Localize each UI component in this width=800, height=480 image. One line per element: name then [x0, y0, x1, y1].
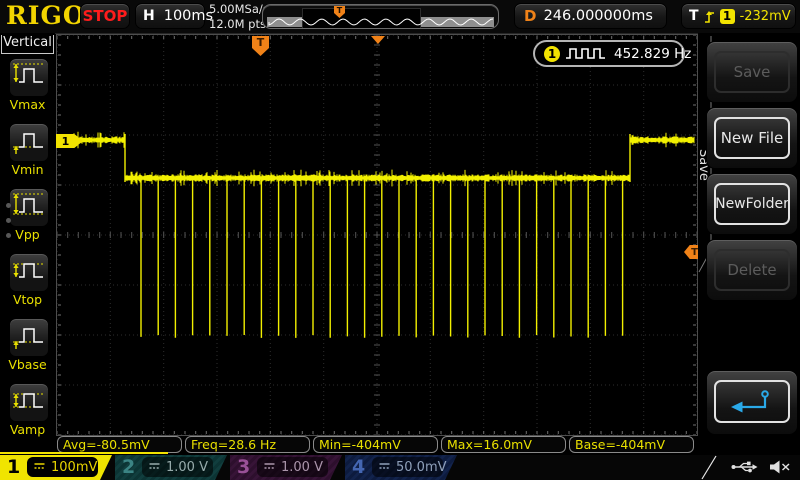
memory-depth: 12.0M pts — [209, 17, 269, 32]
delay-label: D — [524, 7, 536, 25]
timebase-box[interactable]: H 100ms — [135, 3, 205, 29]
channel1-scale: 100mV — [51, 460, 97, 475]
measurement-max[interactable]: Max=16.0mV — [441, 436, 566, 453]
trigger-box[interactable]: T 1 -232mV — [681, 3, 796, 29]
graticule — [0, 0, 800, 480]
dc-coupling-icon — [148, 460, 161, 475]
timebase-value: 100ms — [164, 8, 213, 24]
horizontal-label: H — [143, 8, 155, 24]
counter-value: 452.829 Hz — [614, 46, 691, 62]
measurement-base[interactable]: Base=-404mV — [569, 436, 694, 453]
scroll-dot — [6, 203, 11, 208]
measurement-min[interactable]: Min=-404mV — [313, 436, 438, 453]
softkey-delete[interactable]: Delete — [706, 239, 798, 301]
trigger-level-value: -232mV — [740, 9, 791, 24]
trigger-label: T — [689, 8, 699, 24]
scroll-dot — [6, 218, 11, 223]
vbase-icon — [12, 320, 46, 356]
run-state-button[interactable]: STOP — [80, 3, 130, 29]
speaker-muted-icon — [768, 459, 791, 479]
vpp-icon — [12, 190, 46, 226]
acquisition-info: 5.00MSa/s 12.0M pts — [209, 2, 269, 31]
menu-item-vmin[interactable]: Vmin — [0, 123, 55, 187]
channel1-offset-marker[interactable]: 1 — [56, 134, 83, 148]
trigger-source-badge: 1 — [720, 9, 735, 24]
oscilloscope-screen: RIGOL STOP H 100ms 5.00MSa/s 12.0M pts T… — [0, 0, 800, 480]
vtop-icon — [12, 255, 46, 291]
dc-coupling-icon — [33, 460, 46, 475]
softkey-save[interactable]: Save — [706, 41, 798, 103]
delay-box[interactable]: D 246.000000ms — [514, 3, 667, 29]
counter-source-badge: 1 — [544, 46, 560, 62]
menu-item-vamp[interactable]: Vamp — [0, 383, 55, 447]
preview-waveform — [263, 5, 499, 29]
trigger-position-marker[interactable]: T — [252, 36, 269, 56]
channel3-tab[interactable]: 3 1.00 V — [230, 455, 342, 480]
top-bar: RIGOL STOP H 100ms 5.00MSa/s 12.0M pts T… — [0, 0, 800, 34]
return-arrow-icon — [714, 380, 790, 423]
menu-item-vbase[interactable]: Vbase — [0, 318, 55, 382]
usb-icon — [730, 459, 760, 479]
delay-value: 246.000000ms — [536, 8, 666, 24]
sample-rate: 5.00MSa/s — [209, 2, 269, 17]
vmax-icon — [12, 60, 46, 96]
status-divider — [700, 455, 730, 480]
left-menu: Vertical Vmax Vmin Vpp Vtop Vbase Vamp — [0, 33, 55, 452]
run-state-label: STOP — [83, 7, 128, 25]
memory-position-preview[interactable]: T — [262, 4, 499, 29]
square-wave-icon — [565, 45, 607, 62]
menu-item-vtop[interactable]: Vtop — [0, 253, 55, 317]
channel1-tab[interactable]: 1 100mV — [0, 455, 112, 480]
channel4-tab[interactable]: 4 50.0mV — [345, 455, 457, 480]
vamp-icon — [12, 385, 46, 421]
measurement-freq[interactable]: Freq=28.6 Hz — [185, 436, 310, 453]
menu-item-vmax[interactable]: Vmax — [0, 58, 55, 122]
channel4-scale: 50.0mV — [396, 460, 447, 475]
softkey-back[interactable] — [706, 370, 798, 435]
selected-measurement-underline — [0, 452, 168, 454]
left-menu-title: Vertical — [1, 35, 54, 54]
rising-edge-icon — [703, 8, 716, 25]
vmin-icon — [12, 125, 46, 161]
right-menu: Save Save New File NewFolder Delete — [698, 33, 800, 452]
scroll-dot — [6, 233, 11, 238]
channel2-tab[interactable]: 2 1.00 V — [115, 455, 227, 480]
frequency-counter: 1 452.829 Hz — [533, 40, 685, 67]
dc-coupling-icon — [378, 460, 391, 475]
measurement-avg[interactable]: Avg=-80.5mV — [57, 436, 182, 453]
dc-coupling-icon — [263, 460, 276, 475]
horizontal-center-marker — [371, 36, 385, 44]
channel2-scale: 1.00 V — [166, 460, 208, 475]
channel3-scale: 1.00 V — [281, 460, 323, 475]
channel-bar: 1 100mV 2 1.00 V 3 1.00 V 4 50.0mV — [0, 455, 800, 480]
softkey-new-folder[interactable]: NewFolder — [706, 173, 798, 235]
softkey-new-file[interactable]: New File — [706, 107, 798, 169]
